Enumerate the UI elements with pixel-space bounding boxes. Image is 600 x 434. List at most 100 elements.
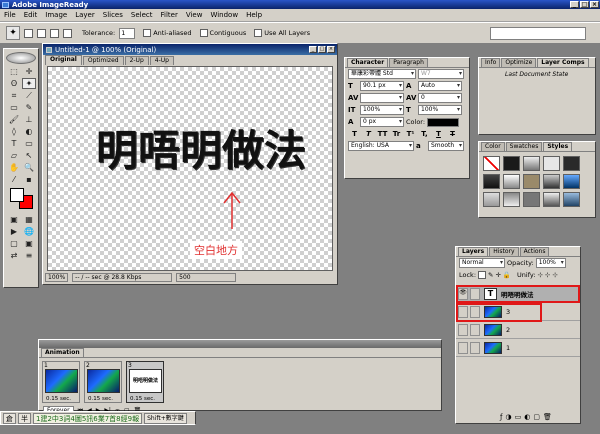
style-swatch[interactable] bbox=[543, 174, 560, 189]
link-icon[interactable] bbox=[470, 342, 480, 354]
animation-frame-3[interactable]: 3 明唔明做法 0.15 sec. bbox=[126, 361, 164, 403]
new-layer-icon[interactable]: ▢ bbox=[533, 413, 540, 421]
style-none[interactable] bbox=[483, 156, 500, 171]
lock-move-icon[interactable]: ✛ bbox=[495, 271, 500, 279]
magic-wand-tool-icon[interactable]: ✦ bbox=[22, 78, 36, 89]
style-swatch[interactable] bbox=[483, 174, 500, 189]
crop-tool-icon[interactable]: ⌗ bbox=[7, 90, 21, 101]
frame-delay[interactable]: 0.15 sec. bbox=[88, 396, 113, 402]
eyedropper-tool-icon[interactable]: ⁄ bbox=[7, 174, 21, 185]
ime-candidate-list[interactable]: 1建2中3詞4圖5訊6業7首8經9報 bbox=[33, 412, 143, 424]
language-select[interactable]: English: USA bbox=[348, 141, 414, 151]
close-button[interactable]: × bbox=[590, 1, 599, 8]
foreground-color-swatch[interactable] bbox=[10, 188, 24, 202]
tab-4-up[interactable]: 4-Up bbox=[149, 56, 174, 65]
font-size-select[interactable]: 90.1 px bbox=[360, 81, 404, 91]
image-map-tool-icon[interactable]: ▱ bbox=[7, 150, 21, 161]
selection-subtract-icon[interactable] bbox=[50, 28, 59, 38]
style-swatch[interactable] bbox=[523, 192, 540, 207]
menu-window[interactable]: Window bbox=[210, 11, 238, 19]
style-swatch[interactable] bbox=[563, 174, 580, 189]
style-swatch[interactable] bbox=[563, 192, 580, 207]
link-icon[interactable] bbox=[470, 324, 480, 336]
kerning-select[interactable] bbox=[360, 93, 404, 103]
leading-select[interactable]: Auto bbox=[418, 81, 462, 91]
text-color-swatch[interactable] bbox=[427, 117, 460, 127]
lock-transparency-checkbox[interactable] bbox=[478, 271, 487, 279]
hand-tool-icon[interactable]: ✋ bbox=[7, 162, 21, 173]
slice-visibility-icon[interactable]: ▦ bbox=[22, 214, 36, 225]
selection-add-icon[interactable] bbox=[37, 28, 46, 38]
pencil-tool-icon[interactable]: ✎ bbox=[22, 102, 36, 113]
ime-mode-key[interactable]: 倉 bbox=[3, 412, 16, 424]
minimize-button[interactable]: _ bbox=[570, 1, 579, 8]
menu-filter[interactable]: Filter bbox=[161, 11, 178, 19]
blur-tool-icon[interactable]: ◊ bbox=[7, 126, 21, 137]
style-swatch[interactable] bbox=[543, 156, 560, 171]
imageready-logo-icon[interactable] bbox=[6, 52, 36, 64]
menu-slices[interactable]: Slices bbox=[103, 11, 123, 19]
lock-all-icon[interactable]: 🔒 bbox=[503, 271, 511, 279]
opacity-select[interactable]: 100% bbox=[535, 258, 566, 268]
contiguous-checkbox[interactable] bbox=[199, 29, 208, 37]
menu-layer[interactable]: Layer bbox=[75, 11, 95, 19]
small-caps-button[interactable]: Tr bbox=[391, 130, 402, 138]
delete-layer-icon[interactable]: 🗑 bbox=[543, 413, 552, 421]
faux-bold-button[interactable]: T bbox=[349, 130, 360, 138]
tab-paragraph[interactable]: Paragraph bbox=[389, 58, 428, 67]
tab-animation[interactable]: Animation bbox=[41, 348, 84, 357]
anti-aliased-option[interactable]: Anti-aliased bbox=[143, 29, 192, 37]
tracking-select[interactable]: 0 bbox=[418, 93, 462, 103]
tab-info[interactable]: Info bbox=[481, 58, 501, 67]
unify-visibility-icon[interactable]: ⊹ bbox=[552, 271, 557, 279]
font-family-select[interactable]: 華康彩帶體 Std bbox=[348, 69, 416, 79]
move-tool-icon[interactable]: ✛ bbox=[22, 66, 36, 77]
animation-frame-1[interactable]: 1 0.15 sec. bbox=[42, 361, 80, 403]
marquee-tool-icon[interactable]: ⬚ bbox=[7, 66, 21, 77]
tab-optimize[interactable]: Optimize bbox=[501, 58, 537, 67]
palette-well[interactable] bbox=[490, 27, 586, 40]
contiguous-option[interactable]: Contiguous bbox=[199, 29, 246, 37]
animation-frame-2[interactable]: 2 0.15 sec. bbox=[84, 361, 122, 403]
layer-mask-icon[interactable]: ◑ bbox=[505, 413, 511, 421]
frame-delay[interactable]: 0.15 sec. bbox=[46, 396, 71, 402]
dodge-tool-icon[interactable]: ◐ bbox=[22, 126, 36, 137]
doc-maximize-button[interactable]: □ bbox=[318, 46, 326, 53]
faux-italic-button[interactable]: T bbox=[363, 130, 374, 138]
antialias-select[interactable]: Smooth bbox=[428, 141, 464, 151]
tab-layer-comps[interactable]: Layer Comps bbox=[537, 58, 589, 67]
eraser-tool-icon[interactable]: ▭ bbox=[7, 102, 21, 113]
menu-image[interactable]: Image bbox=[45, 11, 67, 19]
menu-view[interactable]: View bbox=[186, 11, 203, 19]
zoom-select[interactable]: 100% bbox=[45, 272, 69, 282]
blend-mode-select[interactable]: Normal bbox=[459, 258, 505, 268]
screen-mode-full-icon[interactable]: ▣ bbox=[22, 238, 36, 249]
style-swatch[interactable] bbox=[523, 174, 540, 189]
tab-character[interactable]: Character bbox=[347, 58, 389, 67]
menu-help[interactable]: Help bbox=[246, 11, 262, 19]
lasso-tool-icon[interactable]: ʘ bbox=[7, 78, 21, 89]
style-swatch[interactable] bbox=[503, 156, 520, 171]
unify-position-icon[interactable]: ⊹ bbox=[537, 271, 542, 279]
unify-style-icon[interactable]: ⊹ bbox=[545, 271, 550, 279]
vertical-scale-select[interactable]: 100% bbox=[360, 105, 404, 115]
edit-in-photoshop-icon[interactable]: ⇄ bbox=[7, 250, 21, 261]
font-style-select[interactable]: W7 bbox=[418, 69, 464, 79]
layer-effects-icon[interactable]: ƒ bbox=[500, 413, 502, 421]
frame-delay[interactable]: 0.15 sec. bbox=[130, 396, 155, 402]
download-time-status[interactable]: -- / -- sec @ 28.8 Kbps bbox=[72, 272, 173, 282]
eye-icon[interactable] bbox=[458, 342, 468, 354]
tab-actions[interactable]: Actions bbox=[519, 247, 550, 256]
style-swatch[interactable] bbox=[503, 174, 520, 189]
magic-wand-icon[interactable]: ✦ bbox=[6, 26, 20, 40]
use-all-layers-option[interactable]: Use All Layers bbox=[254, 29, 310, 37]
anti-aliased-checkbox[interactable] bbox=[143, 29, 152, 37]
image-map-visibility-icon[interactable]: ▣ bbox=[7, 214, 21, 225]
tab-styles[interactable]: Styles bbox=[543, 142, 573, 151]
selection-new-icon[interactable] bbox=[24, 28, 33, 38]
canvas[interactable]: 明唔明做法 空白地方 bbox=[47, 66, 333, 271]
tab-2-up[interactable]: 2-Up bbox=[124, 56, 149, 65]
brush-tool-icon[interactable]: 🖌 bbox=[7, 114, 21, 125]
layer-row-2[interactable]: 2 bbox=[456, 322, 580, 339]
lock-brush-icon[interactable]: ✎ bbox=[488, 271, 493, 279]
